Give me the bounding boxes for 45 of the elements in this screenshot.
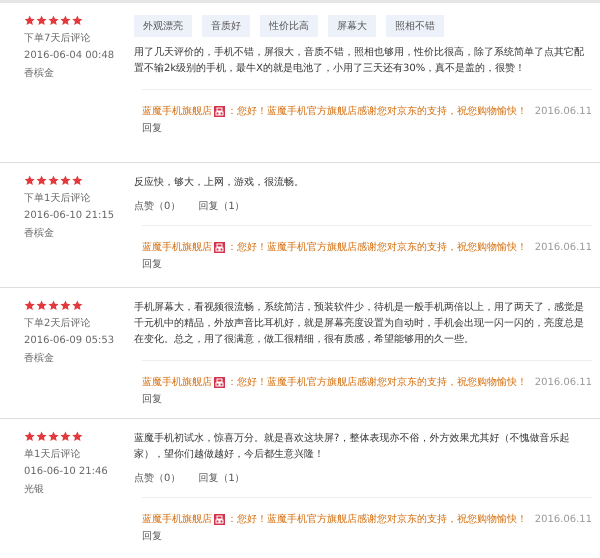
reply-count-link[interactable]: 回复（1） <box>198 199 245 213</box>
reply-link[interactable]: 回复 <box>142 392 162 406</box>
shop-badge-icon <box>214 376 225 388</box>
like-link[interactable]: 点赞（0） <box>134 199 180 213</box>
review-tag: 屏幕大 <box>328 15 376 37</box>
like-link[interactable]: 点赞（0） <box>134 471 180 485</box>
shop-reply-text: ：您好！蓝魔手机官方旗舰店感谢您对京东的支持，祝您购物愉快！ <box>227 240 527 254</box>
review-text: 反应快，够大，上网，游戏，很流畅。 <box>134 176 305 190</box>
shop-badge-icon <box>214 106 225 116</box>
product-variant: 光银 <box>24 482 45 496</box>
review-time: 2016-06-04 00:48 <box>24 50 116 61</box>
shop-name: 蓝魔手机旗舰店 <box>142 376 212 389</box>
order-note: 下单1天后评论 <box>24 192 92 205</box>
reply-link[interactable]: 回复 <box>142 529 162 543</box>
order-note: 下单2天后评论 <box>24 316 92 330</box>
product-variant: 香槟金 <box>24 352 55 365</box>
review-text: 用了几天评价的，手机不错，屏很大，音质不错，照相也够用，性价比很高，除了系统简单了点其它配置不输2k级别的手机，最牛X的就是电池了，小用了三天还有30%，真不是盖的，很赞！ <box>134 46 585 76</box>
review-time: 2016-06-10 21:15 <box>24 210 116 221</box>
shop-name: 蓝魔手机旗舰店 <box>142 240 212 254</box>
order-note: 下单7天后评论 <box>24 32 92 45</box>
shop-name: 蓝魔手机旗舰店 <box>142 512 212 526</box>
order-note: 单1天后评论 <box>24 448 82 461</box>
review-text: 蓝魔手机初试水，惊喜万分。就是喜欢这块屏?，整体表现亦不俗，外方效果尤其好（不愧做音乐起家），望你们越做越好，今后都生意兴隆！ <box>134 432 570 462</box>
reply-count-link[interactable]: 回复（1） <box>198 471 245 485</box>
reply-date: 2016.06.11 <box>534 242 592 252</box>
review-tag: 音质好 <box>202 15 250 37</box>
reply-date: 2016.06.11 <box>534 514 592 524</box>
review-text: 手机屏幕大，看视频很流畅，系统简洁，预装软件少，待机是一般手机两倍以上，用了两天了，感觉是千元机中的精品，外放声音比耳机好，就是屏幕亮度设置为自动时，手机会出现一闪一闪的，亮度总是在变化。总之，用了很满意，做工很精细，很有质感，希望能够用的久一些。 <box>134 300 585 347</box>
shop-reply-text: ：您好！蓝魔手机官方旗舰店感谢您对京东的支持，祝您购物愉快！ <box>227 104 527 118</box>
review-time: 016-06-10 21:46 <box>24 466 109 477</box>
review-tag: 照相不错 <box>386 15 444 37</box>
shop-badge-icon <box>214 242 225 252</box>
review-tag: 外观漂亮 <box>134 15 192 37</box>
product-variant: 香槟金 <box>24 226 55 240</box>
reply-link[interactable]: 回复 <box>142 257 162 271</box>
reply-date: 2016.06.11 <box>534 376 592 388</box>
product-variant: 香槟金 <box>24 66 55 80</box>
review-tag: 性价比高 <box>260 15 318 37</box>
reply-link[interactable]: 回复 <box>142 121 162 135</box>
shop-name: 蓝魔手机旗舰店 <box>142 104 212 118</box>
reply-date: 2016.06.11 <box>534 106 592 116</box>
shop-reply-text: ：您好！蓝魔手机官方旗舰店感谢您对京东的支持，祝您购物愉快！ <box>227 512 527 526</box>
shop-reply-text: ：您好！蓝魔手机官方旗舰店感谢您对京东的支持，祝您购物愉快！ <box>227 376 527 389</box>
review-time: 2016-06-09 05:53 <box>24 335 116 346</box>
shop-badge-icon <box>214 514 225 524</box>
